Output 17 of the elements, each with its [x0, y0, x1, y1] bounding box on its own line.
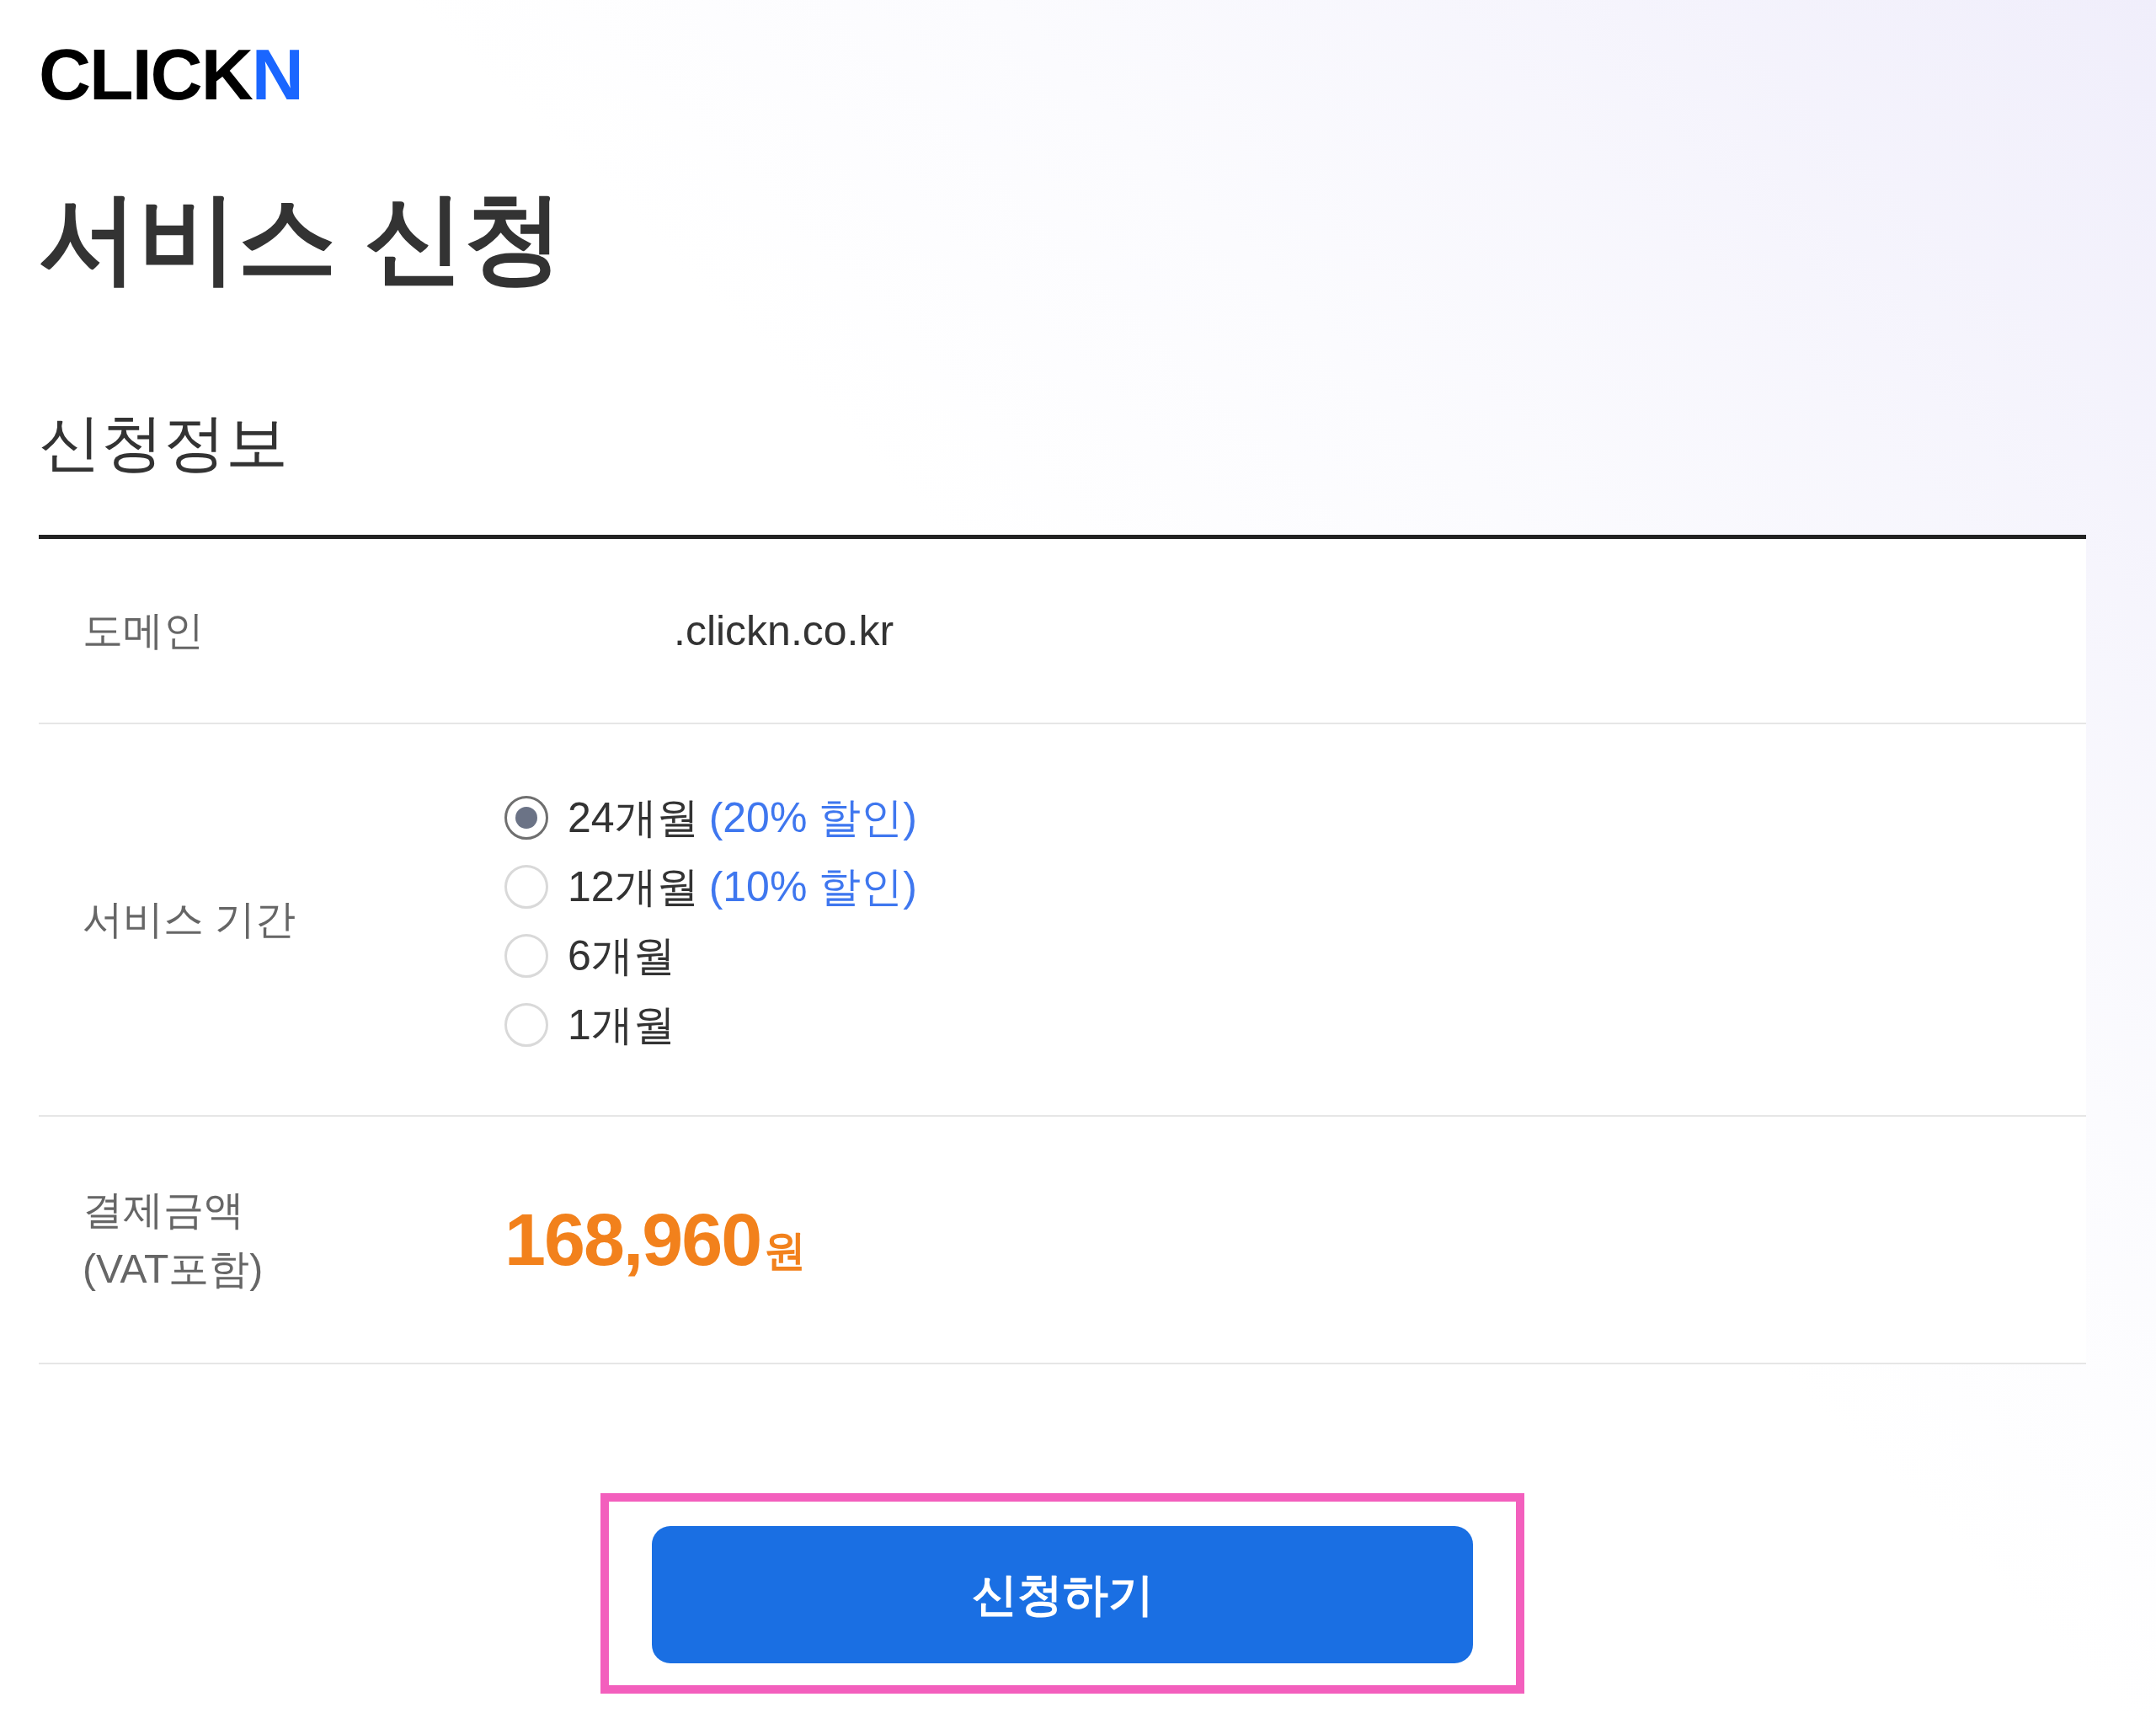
discount-note: (20% 할인)	[708, 797, 917, 839]
submit-button[interactable]: 신청하기	[652, 1526, 1473, 1663]
section-title: 신청정보	[39, 412, 288, 474]
vat-note: (VAT포함)	[83, 1249, 264, 1289]
row-label: 결제금액	[83, 1190, 244, 1230]
radio-button[interactable]	[504, 796, 548, 840]
page-title: 서비스 신청	[39, 188, 563, 287]
domain-value: .clickn.co.kr	[674, 607, 894, 654]
row-label: 서비스 기간	[83, 899, 296, 940]
discount-note: (10% 할인)	[708, 866, 917, 908]
option-label[interactable]: 6개월	[568, 935, 675, 977]
row-label: 도메인	[83, 611, 204, 651]
logo[interactable]: CLICKN	[39, 38, 302, 110]
option-label[interactable]: 1개월	[568, 1004, 675, 1046]
option-label[interactable]: 24개월	[568, 797, 699, 839]
price-amount: 168,960원	[504, 1198, 807, 1281]
option-label[interactable]: 12개월	[568, 866, 699, 908]
